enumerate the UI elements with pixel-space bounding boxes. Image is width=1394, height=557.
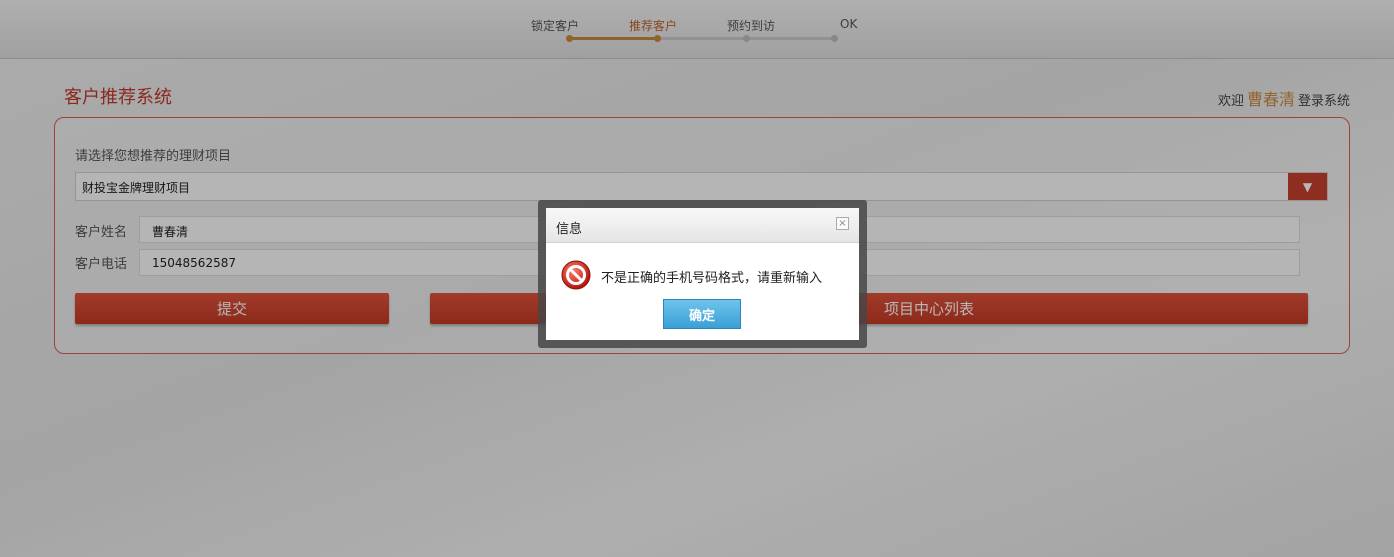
confirm-button-label: 确定 [688,308,715,324]
dialog-message: 不是正确的手机号码格式，请重新输入 [601,271,823,286]
close-icon[interactable]: × [836,217,849,230]
dialog-title: 信息 [556,222,583,237]
dialog-header: 信息 × [546,208,859,243]
info-dialog: 信息 × 不是正确的手机号码格式，请重新输入 确定 [546,208,859,340]
confirm-button[interactable]: 确定 [663,299,741,329]
forbidden-icon [561,260,591,290]
